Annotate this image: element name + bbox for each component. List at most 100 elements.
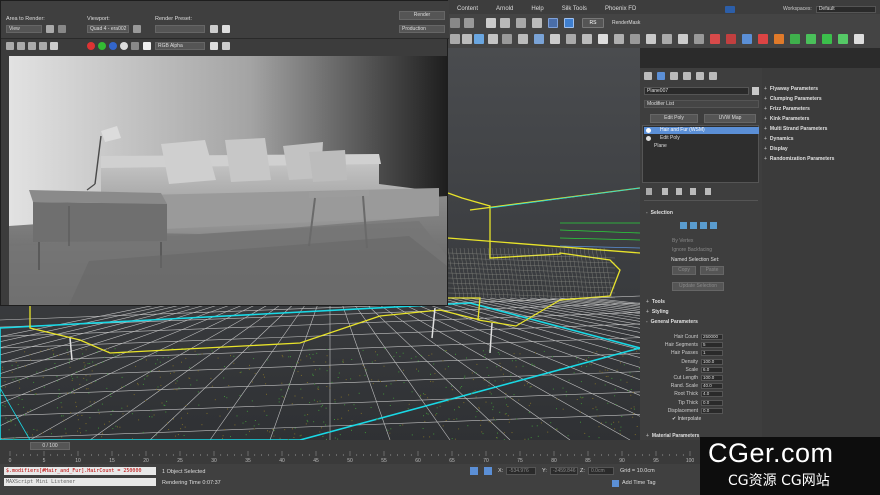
render-button[interactable]: Render [399,11,445,20]
time-slider-handle[interactable]: 0 / 100 [30,442,70,450]
ignore-backfacing-checkbox[interactable]: Ignore Backfacing [672,247,712,253]
general-parameters-header[interactable]: - General Parameters [646,318,698,326]
green-channel-icon[interactable] [98,42,106,50]
uvw-map-button[interactable]: UVW Map [704,114,756,123]
absolute-mode-icon[interactable] [484,467,492,475]
styling-rollout-header[interactable]: + Styling [646,308,669,316]
maxscript-output-line[interactable]: $.modifiers[#Hair_and_Fur].HairCount = 2… [4,467,156,475]
tools-rollout-header[interactable]: + Tools [646,298,665,306]
by-vertex-checkbox[interactable]: By Vertex [672,238,693,244]
object-color-swatch[interactable] [752,87,759,95]
blue-channel-icon[interactable] [109,42,117,50]
time-slider-track[interactable]: 0 5 10 15 20 25 30 35 40 45 50 55 60 65 70 75 80 85 90 95 10… [0,440,700,464]
render-setup-icon[interactable] [582,34,592,44]
show-end-result-icon[interactable] [662,188,668,195]
lock-viewport-icon[interactable] [133,25,141,33]
menu-content[interactable]: Content [448,4,487,14]
curve-editor-icon[interactable] [534,34,544,44]
rollout-header[interactable]: + Multi Strand Parameters [764,125,827,133]
copy-button[interactable]: Copy [672,266,696,275]
material-parameters-header[interactable]: + Material Parameters [646,432,699,440]
stack-item-plane[interactable]: Plane [644,143,759,150]
toggle-ui-icon[interactable] [210,42,218,50]
menu-silk-tools[interactable]: Silk Tools [553,4,596,14]
y-coord-field[interactable]: -2459.846 [550,467,578,475]
stack-item-hair-and-fur[interactable]: Hair and Fur (WSM) [644,127,759,134]
auto-region-icon[interactable] [58,25,66,33]
eye-icon[interactable] [646,128,651,133]
modifier-list-dropdown[interactable]: Modifier List [644,100,759,108]
play-icon[interactable] [854,34,864,44]
face-level-icon[interactable] [690,222,697,229]
update-selection-button[interactable]: Update Selection [672,282,724,291]
param-spinner[interactable]: 100.0 [701,358,723,365]
param-spinner[interactable]: 100.0 [701,375,723,381]
param-spinner[interactable]: 6.0 [701,366,723,373]
forest-pack-icon[interactable] [806,34,816,44]
vray-render-icon[interactable] [710,34,720,44]
vray-light-icon[interactable] [662,34,672,44]
vray-vfb-icon[interactable] [742,34,752,44]
unlink-icon[interactable] [464,18,474,28]
element-level-icon[interactable] [710,222,717,229]
select-by-name-icon[interactable] [500,18,510,28]
render-setup-icon-2[interactable] [210,25,218,33]
scatter-icon[interactable] [838,34,848,44]
param-spinner[interactable]: 0.0 [701,399,723,406]
param-spinner[interactable]: 40.0 [701,383,723,390]
layer-explorer-icon[interactable] [518,34,528,44]
paste-button[interactable]: Paste [700,266,724,275]
render-preset-dropdown[interactable] [155,25,205,33]
clear-image-icon[interactable] [50,42,58,50]
region-select-icon[interactable] [516,18,526,28]
pin-stack-icon[interactable] [646,188,652,195]
configure-sets-icon[interactable] [705,188,711,195]
param-spinner[interactable]: 1 [701,350,723,357]
rendered-frame-icon[interactable] [598,34,608,44]
render-production-icon[interactable] [630,34,640,44]
environment-icon[interactable] [222,25,230,33]
menu-arnold[interactable]: Arnold [487,4,522,14]
param-spinner[interactable]: 0.0 [701,407,723,414]
copy-image-icon[interactable] [17,42,25,50]
edit-poly-button[interactable]: Edit Poly [650,114,698,123]
motion-tab-icon[interactable] [683,72,691,80]
mirror-icon[interactable] [488,34,498,44]
interpolate-checkbox[interactable]: ✔ Interpolate [672,416,701,422]
select-object-icon[interactable] [486,18,496,28]
rollout-header[interactable]: + Frizz Parameters [764,105,810,113]
select-link-icon[interactable] [450,18,460,28]
eye-icon-2[interactable] [646,136,651,141]
workspaces-dropdown[interactable]: Default [815,5,876,13]
material-editor-icon[interactable] [566,34,576,44]
mono-channel-icon[interactable] [131,42,139,50]
rollout-header[interactable]: + Randomization Parameters [764,155,834,163]
time-tag-icon[interactable] [612,480,619,487]
rendermask-label[interactable]: RenderMask [612,20,640,26]
polygon-level-icon[interactable] [700,222,707,229]
object-name-field[interactable]: Plane007 [644,87,749,95]
add-time-tag-button[interactable]: Add Time Tag [622,480,656,486]
percent-snap-icon[interactable] [474,34,484,44]
channel-display-dropdown[interactable]: RGB Alpha [155,42,205,50]
remove-modifier-icon[interactable] [690,188,696,195]
viewport-dropdown[interactable]: Quad 4 - era002 [87,25,129,33]
menu-help[interactable]: Help [522,4,552,14]
stack-item-edit-poly[interactable]: Edit Poly [644,135,759,142]
area-to-render-dropdown[interactable]: View [6,25,42,33]
vray-frame-icon[interactable] [646,34,656,44]
guide-level-icon[interactable] [680,222,687,229]
edit-region-icon[interactable] [46,25,54,33]
alpha-channel-icon[interactable] [120,42,128,50]
print-image-icon[interactable] [39,42,47,50]
phoenix-sim-icon[interactable] [758,34,768,44]
railclone-icon[interactable] [822,34,832,44]
select-rotate-icon[interactable] [564,18,574,28]
menu-phoenix-fd[interactable]: Phoenix FD [596,4,645,14]
snap-toggle-icon[interactable] [450,34,460,44]
schematic-view-icon[interactable] [550,34,560,44]
display-tab-icon[interactable] [696,72,704,80]
phoenix-grid-icon[interactable] [790,34,800,44]
select-move-icon[interactable] [548,18,558,28]
rollout-header[interactable]: + Dynamics [764,135,794,143]
